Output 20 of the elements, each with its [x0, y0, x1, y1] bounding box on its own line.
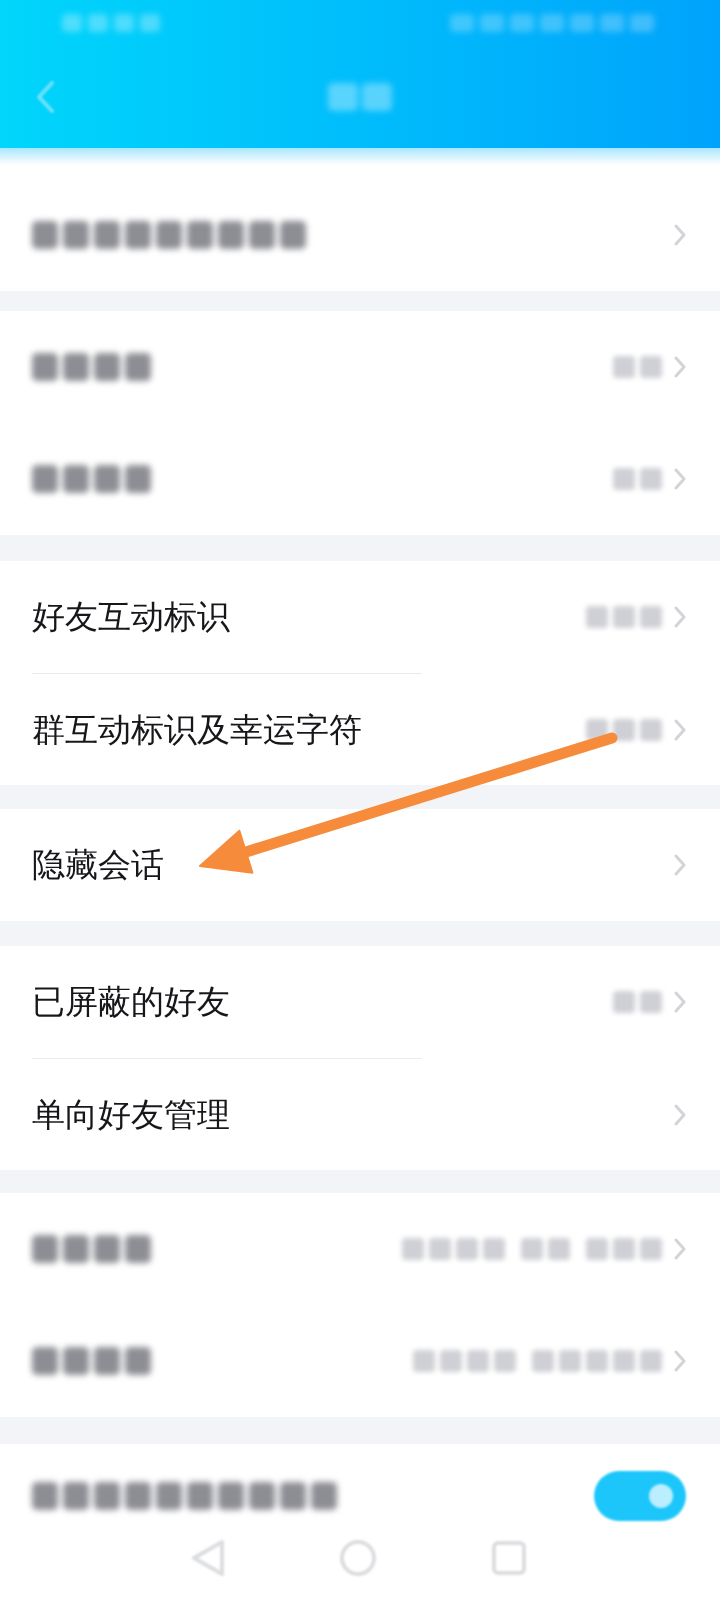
back-icon[interactable] [36, 81, 54, 113]
chevron-icon [674, 1103, 686, 1126]
chevron-icon [674, 718, 686, 741]
home-icon[interactable] [339, 1539, 377, 1577]
chevron-icon [674, 468, 686, 490]
setting-label[interactable]: 隐藏会话 [32, 844, 164, 886]
chevron-icon [674, 224, 686, 246]
setting-label[interactable]: 已屏蔽的好友 [32, 981, 230, 1023]
recent-apps-icon[interactable] [491, 1540, 527, 1576]
chevron-icon [674, 854, 686, 876]
chevron-icon [674, 1238, 686, 1260]
setting-label[interactable]: 单向好友管理 [32, 1093, 230, 1136]
chevron-icon [674, 356, 686, 378]
chevron-icon [674, 606, 686, 628]
back-icon[interactable] [191, 1539, 225, 1577]
chevron-icon [674, 1350, 686, 1372]
toggle-switch[interactable] [594, 1471, 686, 1521]
chevron-icon [674, 991, 686, 1013]
setting-label[interactable]: 好友互动标识 [32, 596, 230, 638]
setting-label[interactable]: 群互动标识及幸运字符 [32, 708, 362, 751]
